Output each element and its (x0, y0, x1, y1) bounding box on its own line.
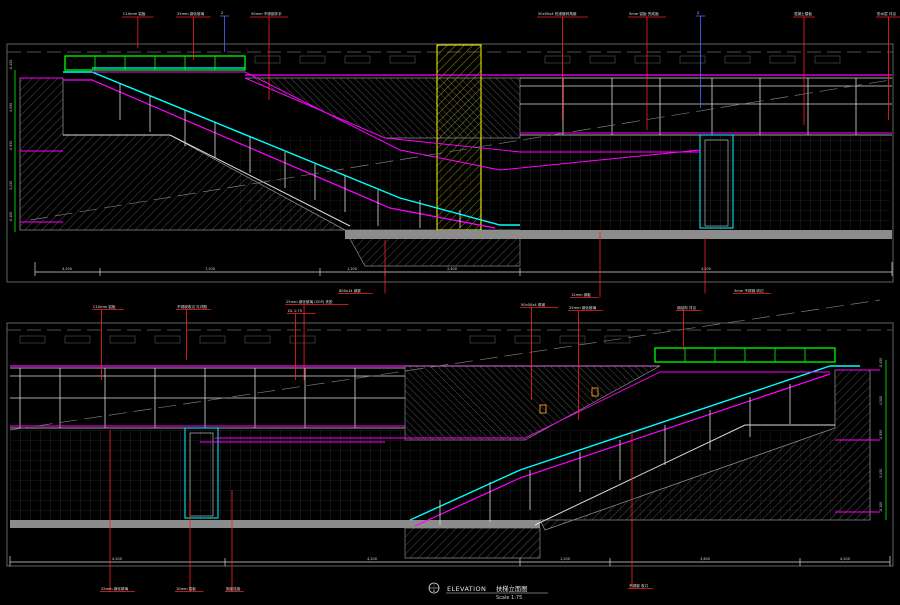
lower-callout-label: 25mm 钢化玻璃 (569, 305, 596, 310)
elevation-drawing: C10mm 铝板 25mm 钢化玻璃 2 50mm 不锈钢扶手 50x50x4 热浸镀锌… (6, 11, 900, 601)
upper-dim-label: 7,200 (205, 267, 215, 271)
upper-callout-label: 5mm 铝板 完成面 (629, 11, 659, 16)
lower-dim-label: 4,200 (367, 557, 377, 561)
bottom-callout-label: 固定连接 (226, 586, 241, 591)
bottom-callout-label: 10mm 铝板 (176, 586, 196, 591)
level-right-label: -4.950 (879, 430, 883, 440)
cad-drawing-canvas: C10mm 铝板 25mm 钢化玻璃 2 50mm 不锈钢扶手 50x50x4 热浸镀锌… (0, 0, 900, 601)
lower-callout-label: C10mm 铝板 (93, 304, 116, 309)
upper-elevation (6, 43, 894, 283)
lower-left-slab (10, 367, 405, 429)
level-right-label: -0.450 (879, 358, 883, 368)
level-right-label: -8.100 (879, 502, 883, 512)
upper-callout-label: 50mm 不锈钢扶手 (251, 11, 282, 16)
level-right-label: 3,150 (879, 469, 883, 478)
upper-callout-label: 25mm 钢化玻璃 (177, 11, 204, 16)
lower-dim-label: 1,200 (560, 557, 570, 561)
bottom-callout-label: 不锈钢 收口 (629, 583, 649, 588)
drawing-title: ELEVATION (447, 585, 486, 593)
upper-callout-label: 2 (697, 11, 699, 15)
upper-yellow-column (436, 44, 482, 231)
level-left-label: -4.950 (9, 141, 13, 151)
upper-ceiling-slots (254, 55, 841, 64)
lower-callout-label: 钢结构 详见 (677, 305, 697, 310)
upper-dim-label: 1,200 (347, 267, 357, 271)
bottom-callout-label: 25mm 钢化玻璃 (101, 586, 128, 591)
level-right-label: 4,500 (879, 396, 883, 405)
lower-floor-slab (10, 520, 540, 528)
level-left-label: -8.100 (9, 212, 13, 222)
title-block: 2 A ELEVATION 扶梯立面图 Scale 1:75 (428, 582, 548, 601)
lower-callout-label: 25mm 钢化玻璃 (SGP) 夹胶 (286, 299, 333, 304)
lower-callout-label: 50x50x4 角钢 (521, 302, 545, 307)
detail-number: 2 (433, 584, 435, 588)
upper-floor-slab (345, 230, 892, 239)
mid-callout-label: 5mm 不锈钢 收边 (734, 288, 764, 293)
level-left-label: -0.450 (9, 60, 13, 70)
lower-ceiling-slots (19, 335, 631, 344)
upper-callout-label: 混凝土楼板 (794, 11, 812, 16)
upper-callout-label: 2 (221, 11, 223, 15)
lower-dim-label: 4,200 (840, 557, 850, 561)
lower-callout-label: 不锈钢收边 见详图 (177, 304, 207, 309)
upper-callout-label: C10mm 铝板 (123, 11, 146, 16)
upper-right-slab (520, 77, 892, 136)
level-left-label: 3,150 (9, 181, 13, 190)
drawing-subtitle: 扶梯立面图 (496, 584, 527, 593)
lower-callout-label: DL 1:75 (288, 309, 302, 313)
lower-grid-fill (10, 430, 410, 520)
lower-dim-label: 3,600 (700, 557, 710, 561)
drawing-scale: Scale 1:75 (496, 595, 522, 601)
upper-dim-label: 4,200 (62, 267, 72, 271)
lower-elevation (6, 299, 894, 567)
lower-floor-hatch (404, 527, 541, 559)
upper-dim-label: 4,200 (701, 267, 711, 271)
lower-wall-hatch (404, 365, 661, 441)
upper-dim-label: 2,400 (447, 267, 457, 271)
upper-callout-label: 防水层 详见 (877, 11, 897, 16)
mid-callout-label: 12mm 钢板 (571, 292, 591, 297)
mid-callout-label: 800x14 钢梁 (339, 288, 361, 293)
level-left-label: 4,500 (9, 103, 13, 112)
upper-callout-label: 50x50x4 热浸镀锌角钢 (538, 11, 577, 16)
lower-dim-label: 4,200 (112, 557, 122, 561)
